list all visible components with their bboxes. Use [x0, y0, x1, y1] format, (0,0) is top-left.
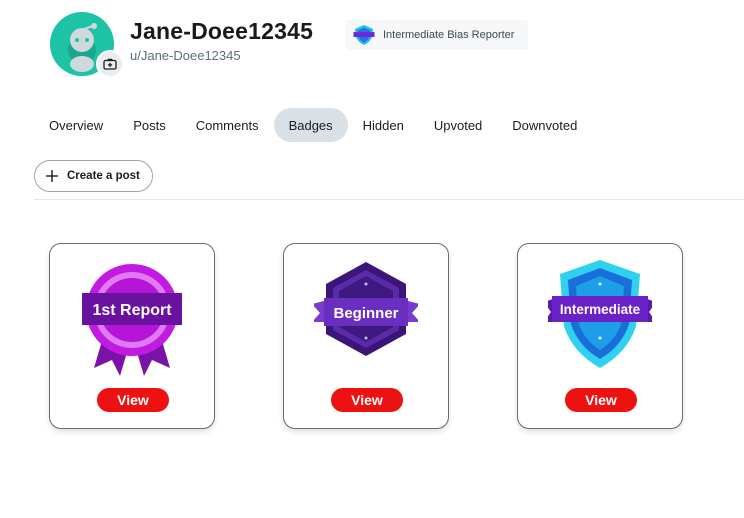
view-badge-button[interactable]: View	[97, 388, 169, 412]
intermediate-badge-icon: Intermediate	[548, 260, 652, 368]
avatar[interactable]	[50, 12, 124, 78]
badge-title-1st-report: 1st Report	[92, 302, 172, 319]
tab-downvoted[interactable]: Downvoted	[497, 108, 592, 142]
profile-username: Jane-Doee12345	[130, 18, 314, 44]
badge-card-beginner: Beginner View	[283, 243, 449, 429]
badge-title-intermediate: Intermediate	[560, 302, 641, 317]
badge-card-1st-report: 1st Report View	[49, 243, 215, 429]
create-post-button[interactable]: Create a post	[34, 160, 153, 192]
profile-tabs: Overview Posts Comments Badges Hidden Up…	[34, 108, 592, 142]
view-badge-button[interactable]: View	[331, 388, 403, 412]
shield-badge-icon	[353, 25, 375, 45]
rank-badge-chip[interactable]: Intermediate Bias Reporter	[345, 20, 529, 50]
divider	[34, 199, 744, 200]
tab-comments[interactable]: Comments	[181, 108, 274, 142]
plus-icon	[46, 170, 58, 182]
camera-add-icon[interactable]	[96, 50, 124, 78]
tab-upvoted[interactable]: Upvoted	[419, 108, 497, 142]
view-badge-button[interactable]: View	[565, 388, 637, 412]
tab-hidden[interactable]: Hidden	[348, 108, 419, 142]
tab-badges[interactable]: Badges	[273, 108, 348, 142]
beginner-badge-icon: Beginner	[314, 262, 418, 356]
tab-posts[interactable]: Posts	[118, 108, 181, 142]
first-report-badge-icon: 1st Report	[82, 264, 182, 376]
create-post-label: Create a post	[67, 170, 140, 182]
rank-label: Intermediate Bias Reporter	[383, 29, 515, 41]
tab-overview[interactable]: Overview	[34, 108, 118, 142]
profile-handle: u/Jane-Doee12345	[130, 48, 241, 63]
badge-title-beginner: Beginner	[333, 305, 398, 322]
badge-card-intermediate: Intermediate View	[517, 243, 683, 429]
